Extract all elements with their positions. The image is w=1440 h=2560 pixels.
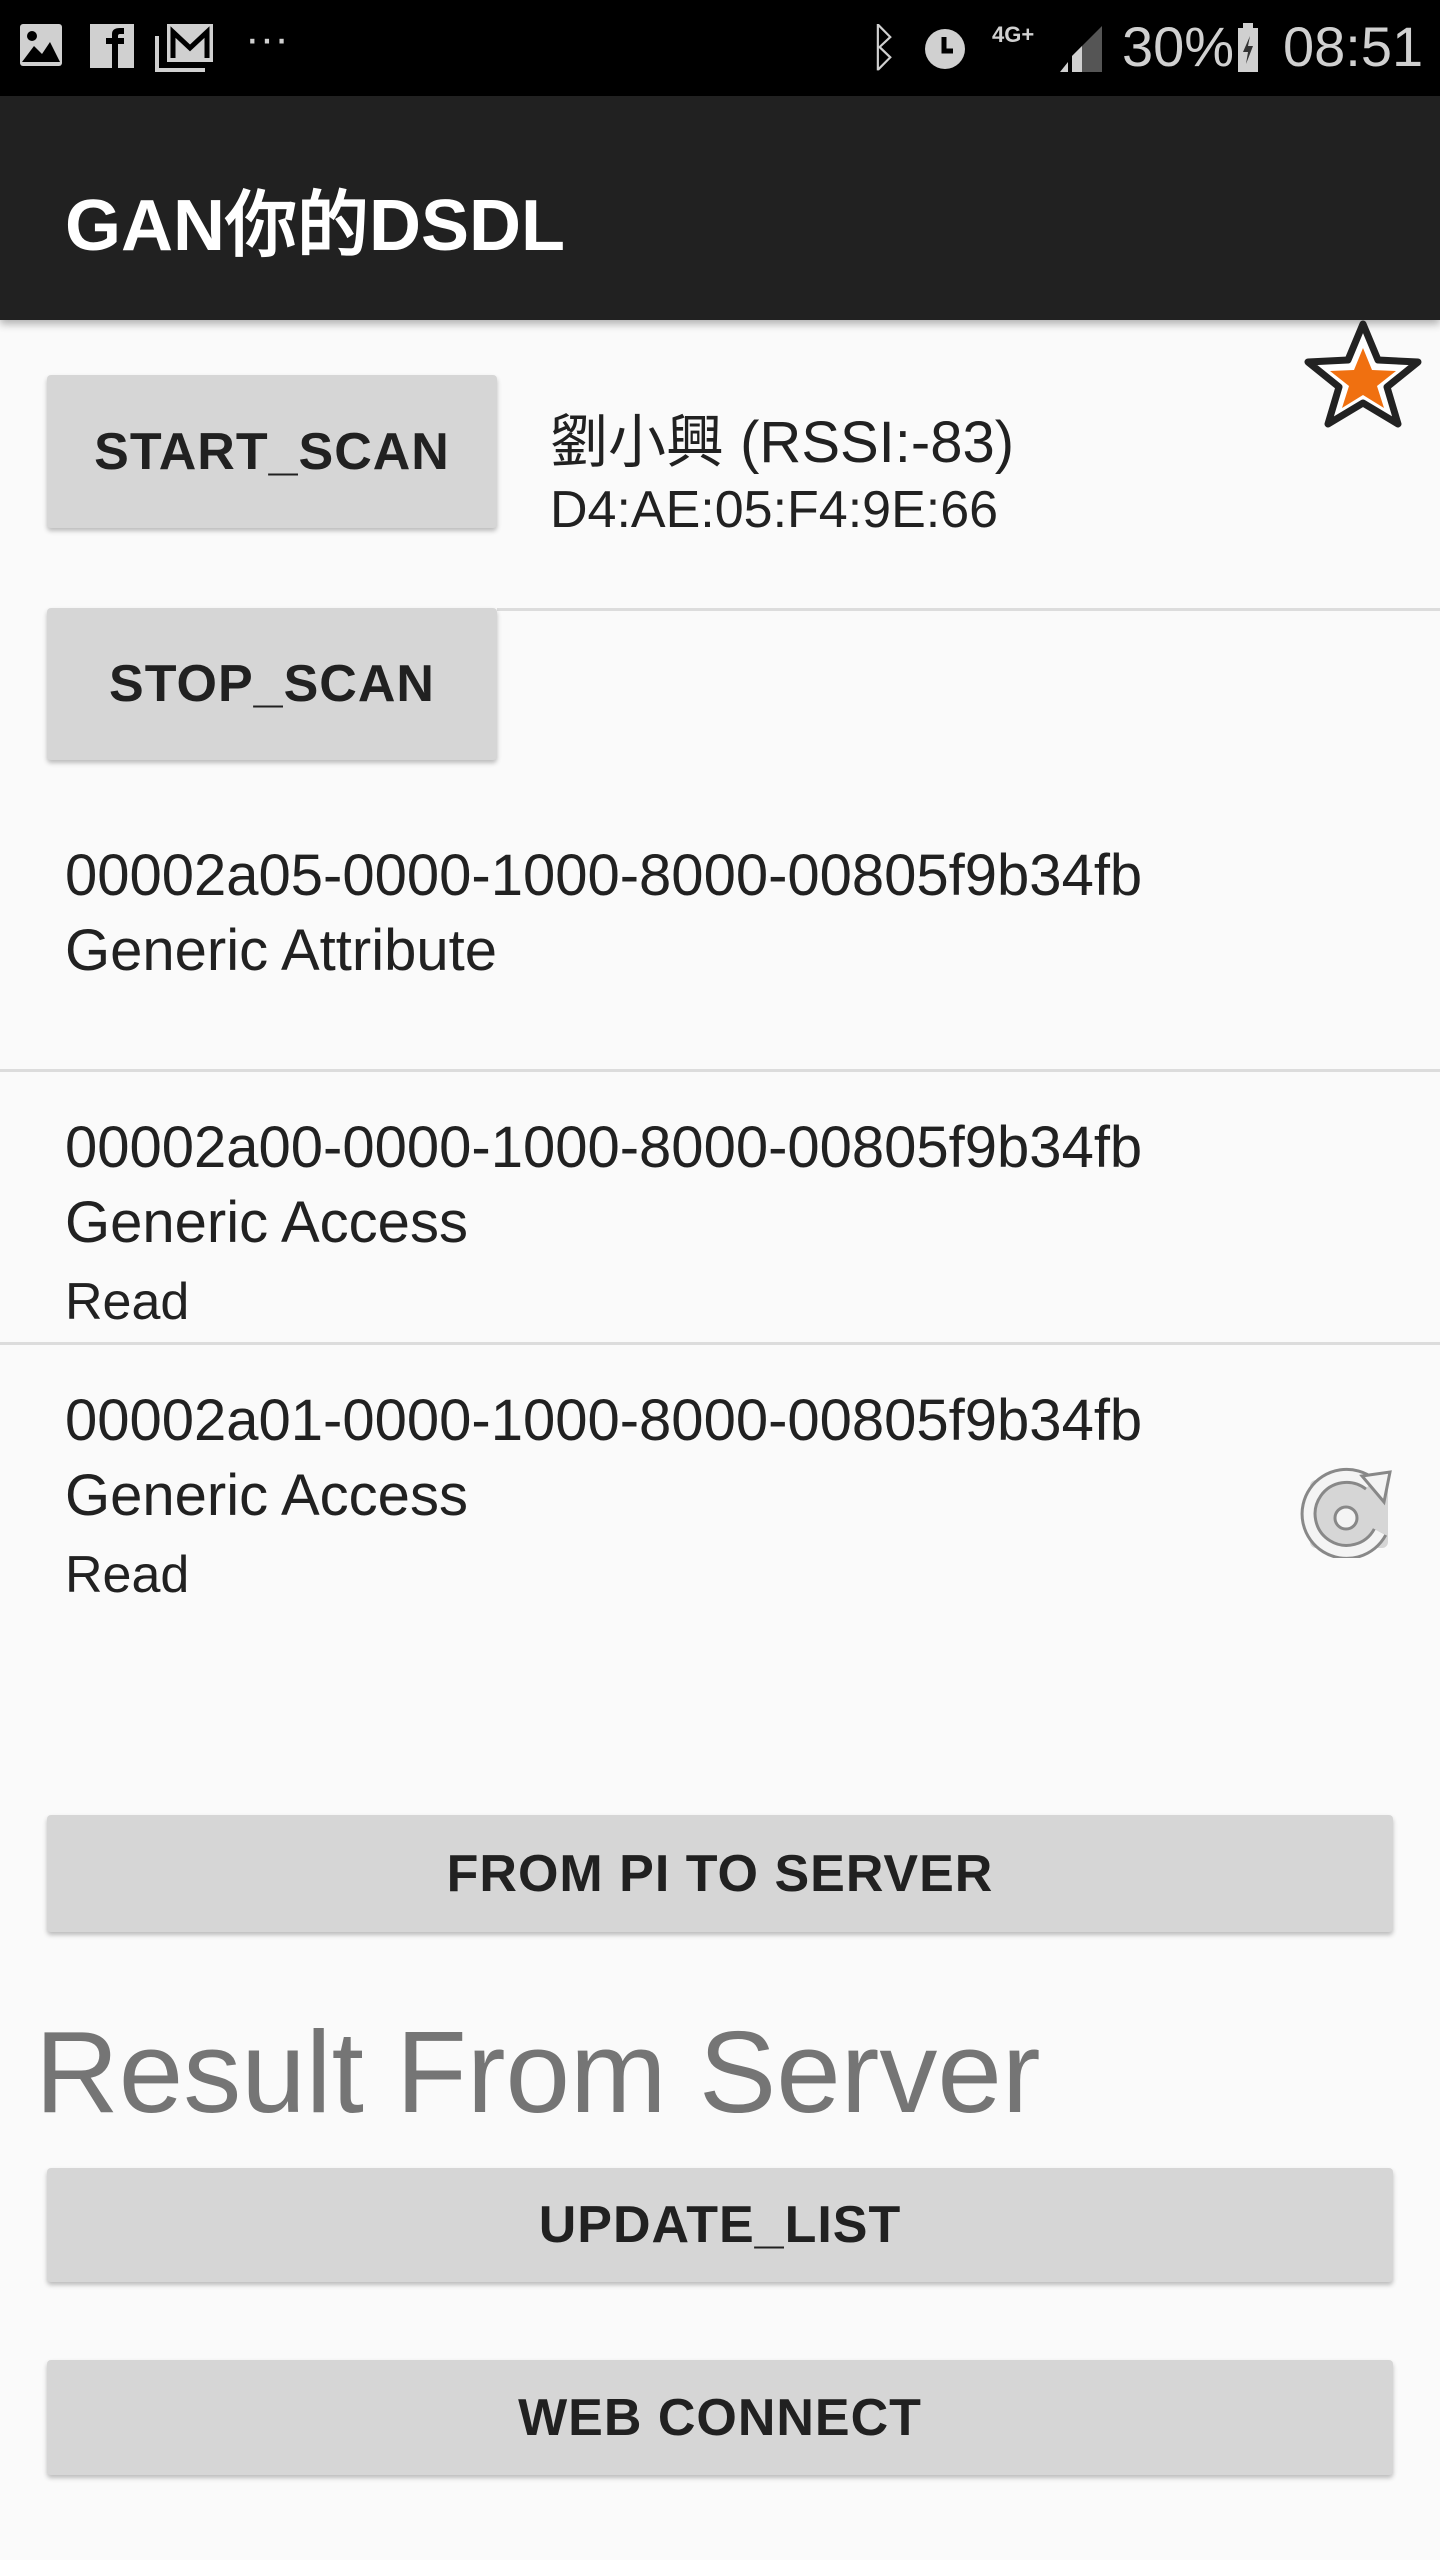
device-name[interactable]: 劉小興 (RSSI:-83) [550,395,1014,479]
characteristic-item[interactable]: 00002a01-0000-1000-8000-00805f9b34fb Gen… [0,1345,1440,1615]
characteristic-item[interactable]: 00002a00-0000-1000-8000-00805f9b34fb Gen… [0,1072,1440,1342]
characteristic-uuid: 00002a05-0000-1000-8000-00805f9b34fb [65,843,1143,908]
battery-icon [1238,23,1258,72]
favorite-star-icon[interactable] [1300,318,1426,430]
characteristic-service: Generic Access [65,1463,468,1528]
web-connect-button[interactable]: WEB CONNECT [47,2360,1393,2475]
clock: 08:51 [1283,15,1424,78]
update-list-button[interactable]: UPDATE_LIST [47,2168,1393,2282]
network-type: 4G+ [992,22,1035,47]
characteristic-service: Generic Attribute [65,918,497,983]
bluetooth-icon: ᛒ [868,19,900,77]
refresh-icon[interactable] [1300,1462,1396,1558]
result-heading: Result From Server [35,2007,1041,2137]
start-scan-button[interactable]: START_SCAN [47,375,497,528]
device-address: D4:AE:05:F4:9E:66 [550,481,999,539]
more-notifications: ··· [245,14,289,63]
facebook-icon [90,24,134,68]
stop-scan-button[interactable]: STOP_SCAN [47,608,497,760]
signal-icon [1060,26,1102,72]
status-bar: ··· ᛒ 4G+ 30% 08:51 [0,0,1440,96]
characteristic-uuid: 00002a01-0000-1000-8000-00805f9b34fb [65,1388,1143,1453]
gallery-icon [20,24,62,66]
battery-percent: 30% [1122,15,1235,78]
divider [497,608,1440,611]
characteristic-service: Generic Access [65,1190,468,1255]
alarm-icon [925,29,965,69]
app-title: GAN你的DSDL [65,186,565,266]
characteristic-item[interactable]: 00002a05-0000-1000-8000-00805f9b34fb Gen… [0,800,1440,1070]
gmail-icon [155,24,213,72]
characteristic-property: Read [65,1273,190,1331]
characteristic-uuid: 00002a00-0000-1000-8000-00805f9b34fb [65,1115,1143,1180]
from-pi-to-server-button[interactable]: FROM PI TO SERVER [47,1815,1393,1932]
characteristic-property: Read [65,1546,190,1604]
